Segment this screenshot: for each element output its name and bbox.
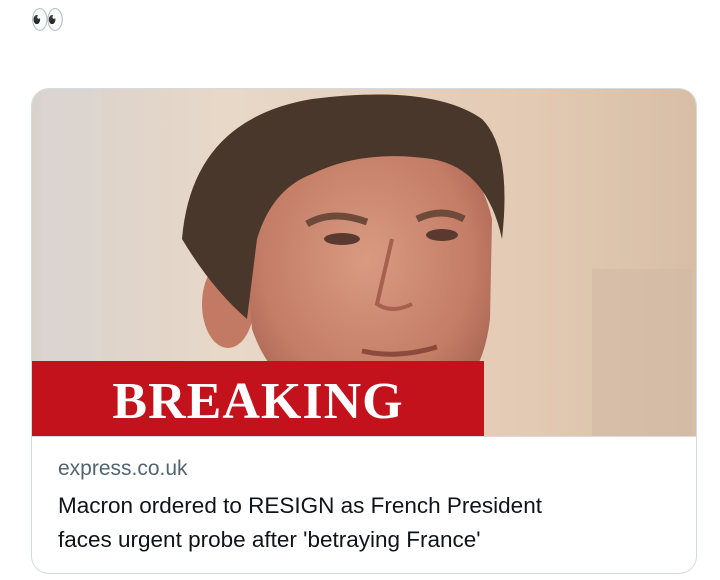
breaking-banner: BREAKING xyxy=(32,361,484,436)
card-meta[interactable]: express.co.uk Macron ordered to RESIGN a… xyxy=(32,436,696,573)
card-image[interactable]: BREAKING xyxy=(32,89,696,436)
card-domain: express.co.uk xyxy=(58,457,188,480)
link-card[interactable]: BREAKING express.co.uk Macron ordered to… xyxy=(31,88,697,574)
card-title-line-1: Macron ordered to RESIGN as French Presi… xyxy=(58,493,542,518)
card-title-line-2: faces urgent probe after 'betraying Fran… xyxy=(58,527,481,552)
breaking-label: BREAKING xyxy=(112,373,404,430)
card-title: Macron ordered to RESIGN as French Presi… xyxy=(58,489,678,557)
tweet-text: 👀 xyxy=(30,4,65,35)
